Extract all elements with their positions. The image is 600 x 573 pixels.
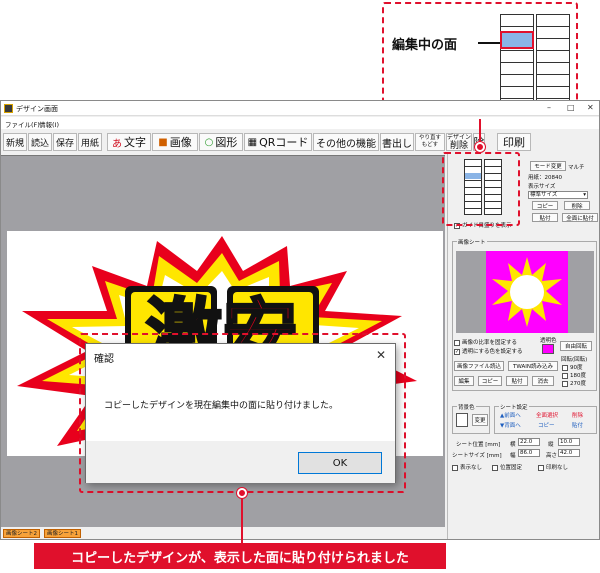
transparent-color-swatch[interactable]	[542, 344, 554, 354]
image-copy-button[interactable]: コピー	[478, 376, 502, 386]
mode-change-button[interactable]: モード変更	[530, 161, 566, 171]
text-icon: あ	[112, 138, 122, 150]
export-button[interactable]: 書出し	[380, 133, 414, 151]
undo-redo-button[interactable]: やり直す もどす	[415, 133, 445, 151]
free-rotate-button[interactable]: 自由回転	[560, 341, 592, 351]
minimize-icon[interactable]: –	[547, 103, 551, 112]
all-select-button[interactable]: 全面選択	[536, 411, 558, 419]
app-icon	[4, 104, 13, 113]
sheet-copy-button[interactable]: コピー	[538, 421, 555, 429]
image-paste-button[interactable]: 貼付	[506, 376, 528, 386]
image-edit-button[interactable]: 編集	[454, 376, 474, 386]
sheet-position-label: シート位置 [mm]	[456, 442, 501, 448]
front-button[interactable]: ▲前面へ	[500, 411, 521, 419]
image-file-load-button[interactable]: 画像ファイル読込	[454, 361, 504, 371]
dialog-close-icon[interactable]: ✕	[376, 348, 386, 362]
other-functions-button[interactable]: その他の機能	[313, 133, 379, 151]
image-button[interactable]: ■ 画像	[152, 133, 198, 151]
sheet-delete-button[interactable]: 削除	[572, 411, 583, 419]
callout-pointer-line	[478, 42, 500, 44]
back-button[interactable]: ▼背面へ	[500, 421, 521, 429]
shape-icon: ○	[204, 136, 214, 148]
paper-button[interactable]: 用紙	[78, 133, 102, 151]
preview-highlight	[442, 152, 520, 226]
twain-button[interactable]: TWAIN読み込み	[508, 361, 558, 371]
paste-button[interactable]: 貼付	[532, 213, 558, 222]
image-erase-button[interactable]: 消去	[532, 376, 554, 386]
paste-all-button[interactable]: 全面に貼付	[562, 213, 598, 222]
close-icon[interactable]: ✕	[587, 103, 594, 112]
sheet-tabs: 画像シート2 画像シート1	[1, 528, 445, 539]
width-input[interactable]: 22.0	[518, 438, 540, 446]
transparent-color-checkbox[interactable]: ✓ 透明にする色を設定する	[454, 347, 523, 355]
callout-label: 編集中の面	[392, 37, 458, 52]
menu-file[interactable]: ファイル(F)	[5, 119, 40, 129]
callout-selected-face	[500, 31, 534, 49]
delete-button[interactable]: 削除	[564, 201, 590, 210]
image-icon: ■	[158, 136, 168, 148]
mode-value: マルチ	[568, 165, 585, 171]
rotate-270-checkbox[interactable]: 270度	[562, 379, 586, 387]
bg-color-swatch[interactable]	[456, 413, 468, 427]
no-print-checkbox[interactable]: 印刷なし	[538, 463, 568, 471]
rotate-header: 回転(回転)	[561, 357, 588, 363]
qr-button[interactable]: ▦ QRコード	[244, 133, 312, 151]
caption-banner: コピーしたデザインが、表示した面に貼り付けられました	[34, 543, 446, 569]
menu-bar: ファイル(F) 情報(I)	[1, 117, 599, 129]
rotate-180-checkbox[interactable]: 180度	[562, 371, 586, 379]
tab-image-sheet-1[interactable]: 画像シート1	[44, 529, 81, 538]
transparent-color-label: 透明色	[540, 338, 557, 344]
text-button[interactable]: あ文字	[107, 133, 151, 151]
size-w-label: 幅	[510, 453, 516, 459]
bg-change-button[interactable]: 変更	[472, 414, 488, 426]
save-button[interactable]: 保存	[53, 133, 77, 151]
vertical-input[interactable]: 10.0	[558, 438, 580, 446]
fix-position-checkbox[interactable]: 位置固定	[492, 463, 522, 471]
tab-image-sheet-2[interactable]: 画像シート2	[3, 529, 40, 538]
vertical-label: 縦	[548, 442, 554, 448]
print-button[interactable]: 印刷	[497, 133, 531, 151]
keep-ratio-checkbox[interactable]: 画像の比率を固定する	[454, 338, 517, 346]
callout-sheet-right	[536, 14, 570, 110]
design-delete-button[interactable]: デザイン 削除	[446, 133, 472, 151]
image-preview	[456, 251, 594, 333]
size-w-input[interactable]: 86.0	[518, 449, 540, 457]
width-label: 横	[510, 442, 516, 448]
window-title: デザイン画面	[16, 105, 58, 113]
maximize-icon[interactable]: □	[567, 103, 575, 112]
shape-button[interactable]: ○ 図形	[199, 133, 243, 151]
paper-label: 用紙：20840	[528, 175, 562, 181]
title-bar: デザイン画面 – □ ✕	[1, 101, 599, 116]
rotate-90-checkbox[interactable]: 90度	[562, 363, 583, 371]
callout-sheet-left	[500, 14, 534, 110]
toolbar: 新規 読込 保存 用紙 あ文字 ■ 画像 ○ 図形 ▦ QRコード その他の機能 書出…	[1, 131, 599, 153]
qr-icon: ▦	[247, 136, 258, 148]
connector-dot-bottom	[237, 488, 247, 498]
connector-dot-top	[475, 142, 485, 152]
new-button[interactable]: 新規	[3, 133, 27, 151]
confirm-dialog: 確認 ✕ コピーしたデザインを現在編集中の面に貼り付けました。 OK	[85, 343, 396, 483]
display-size-label: 表示サイズ	[528, 184, 556, 190]
sheet-paste-button[interactable]: 貼付	[572, 421, 583, 429]
connector-bottom	[241, 493, 243, 543]
ok-button[interactable]: OK	[298, 452, 382, 474]
menu-info[interactable]: 情報(I)	[39, 119, 59, 129]
copy-button[interactable]: コピー	[532, 201, 558, 210]
dialog-message: コピーしたデザインを現在編集中の面に貼り付けました。	[104, 401, 339, 411]
display-size-select[interactable]: 標準サイズ ▾	[528, 191, 588, 199]
size-h-input[interactable]: 42.0	[558, 449, 580, 457]
image-thumbnail	[486, 251, 568, 333]
sheet-size-label: シートサイズ [mm]	[452, 453, 502, 459]
open-button[interactable]: 読込	[28, 133, 52, 151]
hide-checkbox[interactable]: 表示なし	[452, 463, 482, 471]
size-h-label: 高さ	[546, 453, 558, 459]
chevron-down-icon: ▾	[583, 192, 586, 198]
dialog-title: 確認	[94, 354, 114, 365]
